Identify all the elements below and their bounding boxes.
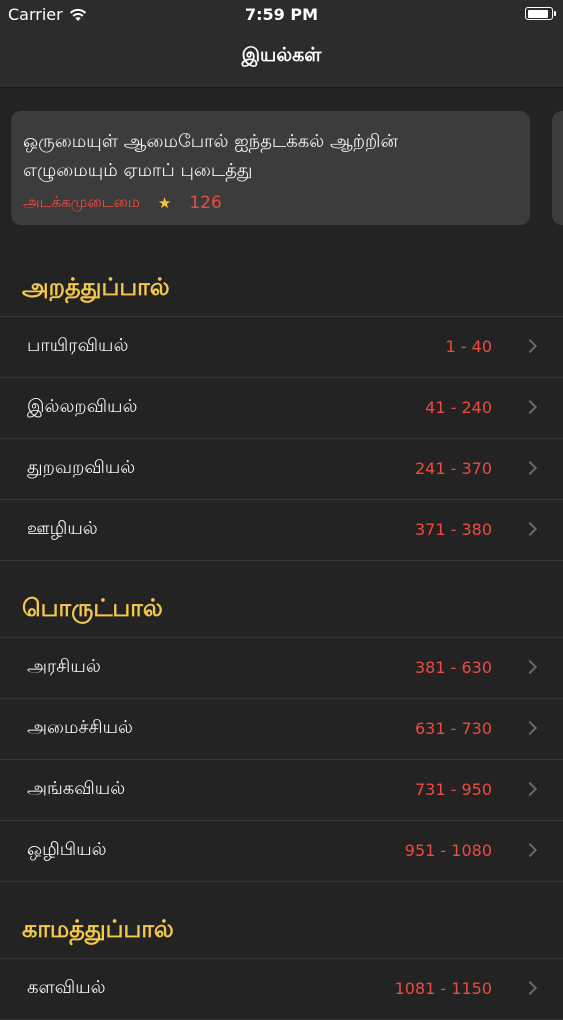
list-item-range: 241 - 370 [414, 459, 492, 478]
list-item-label: அங்கவியல் [27, 778, 126, 799]
list-item-label: அமைச்சியல் [27, 717, 133, 738]
navigation-bar: இயல்கள் [0, 30, 563, 88]
section-kamam: காமத்துப்பால் களவியல் 1081 - 1150 [0, 899, 563, 1020]
list-item[interactable]: அமைச்சியல் 631 - 730 [0, 699, 563, 760]
list-item-label: அரசியல் [27, 656, 101, 677]
chevron-right-icon [522, 338, 538, 354]
list-item-label: ஊழியல் [27, 518, 98, 539]
list-item[interactable]: இல்லறவியல் 41 - 240 [0, 378, 563, 439]
chevron-right-icon [522, 399, 538, 415]
kural-line-1: ஒருமையுள் ஆமைபோல் ஐந்தடக்கல் ஆற்றின் [23, 131, 398, 152]
chevron-right-icon [522, 842, 538, 858]
list-item[interactable]: ஒழிபியல் 951 - 1080 [0, 821, 563, 882]
page-title: இயல்கள் [241, 44, 322, 66]
list-item-range: 41 - 240 [425, 398, 492, 417]
chevron-right-icon [522, 521, 538, 537]
kural-line-2: எழுமையும் ஏமாப் புடைத்து [23, 160, 253, 181]
star-icon: ★ [157, 194, 172, 212]
next-card-peek[interactable] [552, 111, 563, 225]
list-item-label: ஒழிபியல் [27, 839, 107, 860]
list-item[interactable]: துறவறவியல் 241 - 370 [0, 439, 563, 500]
list-item[interactable]: அங்கவியல் 731 - 950 [0, 760, 563, 821]
section-porul: பொருட்பால் அரசியல் 381 - 630 அமைச்சியல் … [0, 578, 563, 882]
list-item-label: துறவறவியல் [27, 457, 136, 478]
list-item[interactable]: அரசியல் 381 - 630 [0, 638, 563, 699]
battery-icon [525, 7, 556, 20]
kural-meta: அடக்கமுடைமை ★ 126 [23, 193, 518, 213]
section-title: அறத்துப்பால் [0, 257, 563, 317]
list-item-label: களவியல் [27, 977, 106, 998]
featured-kural-card[interactable]: ஒருமையுள் ஆமைபோல் ஐந்தடக்கல் ஆற்றின் எழு… [11, 111, 530, 225]
list-item-range: 631 - 730 [414, 719, 492, 738]
section-title: காமத்துப்பால் [0, 899, 563, 959]
chevron-right-icon [522, 460, 538, 476]
list-item-range: 381 - 630 [414, 658, 492, 677]
chapter-name: அடக்கமுடைமை [23, 193, 140, 211]
list-item-range: 371 - 380 [414, 520, 492, 539]
chevron-right-icon [522, 659, 538, 675]
chevron-right-icon [522, 720, 538, 736]
section-aram: அறத்துப்பால் பாயிரவியல் 1 - 40 இல்லறவியல… [0, 257, 563, 561]
list-item[interactable]: களவியல் 1081 - 1150 [0, 959, 563, 1020]
list-item-range: 1 - 40 [445, 337, 492, 356]
status-time: 7:59 PM [244, 5, 318, 24]
list-item-range: 951 - 1080 [404, 841, 492, 860]
kural-number: 126 [189, 193, 222, 213]
chevron-right-icon [522, 781, 538, 797]
list-item-label: இல்லறவியல் [27, 396, 138, 417]
list-item-range: 1081 - 1150 [394, 979, 492, 998]
battery-fill [527, 9, 548, 18]
section-title: பொருட்பால் [0, 578, 563, 638]
list-item-range: 731 - 950 [414, 780, 492, 799]
list-item[interactable]: பாயிரவியல் 1 - 40 [0, 317, 563, 378]
list-item[interactable]: ஊழியல் 371 - 380 [0, 500, 563, 561]
chevron-right-icon [522, 980, 538, 996]
list-item-label: பாயிரவியல் [27, 335, 129, 356]
status-bar: Carrier 7:59 PM [0, 0, 563, 30]
